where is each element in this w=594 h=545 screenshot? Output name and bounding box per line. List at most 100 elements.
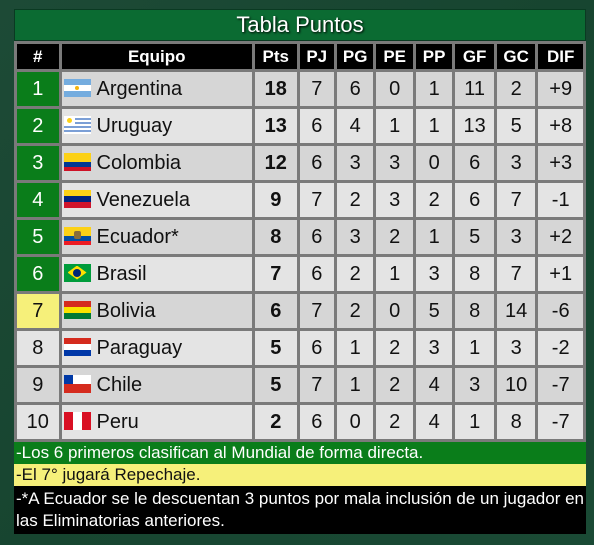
dif-cell: +2 bbox=[538, 220, 583, 254]
gc-cell: 8 bbox=[496, 405, 536, 439]
note-repechaje: -El 7° jugará Repechaje. bbox=[14, 464, 586, 486]
dif-cell: -2 bbox=[538, 331, 583, 365]
pp-cell: 0 bbox=[415, 146, 453, 180]
team-name: Ecuador* bbox=[96, 225, 179, 248]
table-row: 5 Ecuador* 8 6 3 2 1 5 3 +2 bbox=[17, 220, 583, 254]
gc-cell: 3 bbox=[496, 331, 536, 365]
col-header-pj: PJ bbox=[299, 44, 334, 69]
pts-cell: 7 bbox=[255, 257, 297, 291]
team-name: Venezuela bbox=[96, 188, 190, 211]
note-ecuador-penalty: -*A Ecuador se le descuentan 3 puntos po… bbox=[14, 486, 586, 534]
pe-cell: 3 bbox=[376, 146, 413, 180]
col-header-pg: PG bbox=[336, 44, 374, 69]
dif-cell: +8 bbox=[538, 109, 583, 143]
team-cell: Brasil bbox=[61, 257, 252, 291]
gc-cell: 10 bbox=[496, 368, 536, 402]
table-row: 7 Bolivia 6 7 2 0 5 8 14 -6 bbox=[17, 294, 583, 328]
gc-cell: 7 bbox=[496, 257, 536, 291]
colombia-flag-icon bbox=[63, 152, 91, 171]
dif-cell: -1 bbox=[538, 183, 583, 217]
argentina-flag-icon bbox=[63, 78, 91, 97]
team-cell: Peru bbox=[61, 405, 252, 439]
col-header-team: Equipo bbox=[61, 44, 252, 69]
col-header-pos: # bbox=[17, 44, 59, 69]
team-cell: Colombia bbox=[61, 146, 252, 180]
pj-cell: 6 bbox=[299, 331, 334, 365]
pj-cell: 6 bbox=[299, 109, 334, 143]
pe-cell: 2 bbox=[376, 220, 413, 254]
pg-cell: 1 bbox=[336, 331, 374, 365]
dif-cell: -7 bbox=[538, 368, 583, 402]
pj-cell: 7 bbox=[299, 294, 334, 328]
pp-cell: 1 bbox=[415, 72, 453, 106]
pp-cell: 3 bbox=[415, 331, 453, 365]
team-cell: Uruguay bbox=[61, 109, 252, 143]
dif-cell: -6 bbox=[538, 294, 583, 328]
pg-cell: 3 bbox=[336, 146, 374, 180]
pj-cell: 7 bbox=[299, 368, 334, 402]
pp-cell: 1 bbox=[415, 109, 453, 143]
gf-cell: 11 bbox=[455, 72, 494, 106]
standings-table: # Equipo Pts PJ PG PE PP GF GC DIF 1 Arge… bbox=[14, 41, 586, 442]
standings-widget: Tabla Puntos # Equipo Pts PJ PG PE PP GF… bbox=[14, 9, 586, 534]
gc-cell: 7 bbox=[496, 183, 536, 217]
col-header-gc: GC bbox=[496, 44, 536, 69]
gc-cell: 14 bbox=[496, 294, 536, 328]
dif-cell: -7 bbox=[538, 405, 583, 439]
pj-cell: 7 bbox=[299, 183, 334, 217]
pg-cell: 2 bbox=[336, 294, 374, 328]
team-cell: Venezuela bbox=[61, 183, 252, 217]
team-name: Bolivia bbox=[96, 299, 156, 322]
position-cell: 1 bbox=[17, 72, 59, 106]
pe-cell: 1 bbox=[376, 257, 413, 291]
team-cell: Argentina bbox=[61, 72, 252, 106]
pg-cell: 1 bbox=[336, 368, 374, 402]
pg-cell: 4 bbox=[336, 109, 374, 143]
pp-cell: 4 bbox=[415, 405, 453, 439]
pj-cell: 6 bbox=[299, 220, 334, 254]
position-cell: 9 bbox=[17, 368, 59, 402]
dif-cell: +1 bbox=[538, 257, 583, 291]
pj-cell: 6 bbox=[299, 257, 334, 291]
pg-cell: 6 bbox=[336, 72, 374, 106]
table-row: 6 Brasil 7 6 2 1 3 8 7 +1 bbox=[17, 257, 583, 291]
gc-cell: 3 bbox=[496, 146, 536, 180]
pts-cell: 6 bbox=[255, 294, 297, 328]
pp-cell: 1 bbox=[415, 220, 453, 254]
pts-cell: 13 bbox=[255, 109, 297, 143]
table-title: Tabla Puntos bbox=[14, 9, 586, 41]
pj-cell: 6 bbox=[299, 146, 334, 180]
gf-cell: 5 bbox=[455, 220, 494, 254]
gf-cell: 8 bbox=[455, 257, 494, 291]
team-cell: Bolivia bbox=[61, 294, 252, 328]
gf-cell: 6 bbox=[455, 146, 494, 180]
team-name: Uruguay bbox=[96, 114, 173, 137]
team-name: Chile bbox=[96, 373, 143, 396]
gf-cell: 13 bbox=[455, 109, 494, 143]
pts-cell: 2 bbox=[255, 405, 297, 439]
gf-cell: 1 bbox=[455, 331, 494, 365]
pe-cell: 2 bbox=[376, 405, 413, 439]
pe-cell: 2 bbox=[376, 368, 413, 402]
venezuela-flag-icon bbox=[63, 189, 91, 208]
pg-cell: 2 bbox=[336, 183, 374, 217]
team-name: Argentina bbox=[96, 77, 183, 100]
uruguay-flag-icon bbox=[63, 115, 91, 134]
gc-cell: 2 bbox=[496, 72, 536, 106]
gc-cell: 5 bbox=[496, 109, 536, 143]
pts-cell: 9 bbox=[255, 183, 297, 217]
pts-cell: 12 bbox=[255, 146, 297, 180]
table-row: 3 Colombia 12 6 3 3 0 6 3 +3 bbox=[17, 146, 583, 180]
pe-cell: 0 bbox=[376, 294, 413, 328]
pj-cell: 7 bbox=[299, 72, 334, 106]
pe-cell: 3 bbox=[376, 183, 413, 217]
pe-cell: 0 bbox=[376, 72, 413, 106]
team-cell: Ecuador* bbox=[61, 220, 252, 254]
pj-cell: 6 bbox=[299, 405, 334, 439]
col-header-pts: Pts bbox=[255, 44, 297, 69]
dif-cell: +9 bbox=[538, 72, 583, 106]
gf-cell: 1 bbox=[455, 405, 494, 439]
pp-cell: 2 bbox=[415, 183, 453, 217]
team-cell: Chile bbox=[61, 368, 252, 402]
gf-cell: 6 bbox=[455, 183, 494, 217]
